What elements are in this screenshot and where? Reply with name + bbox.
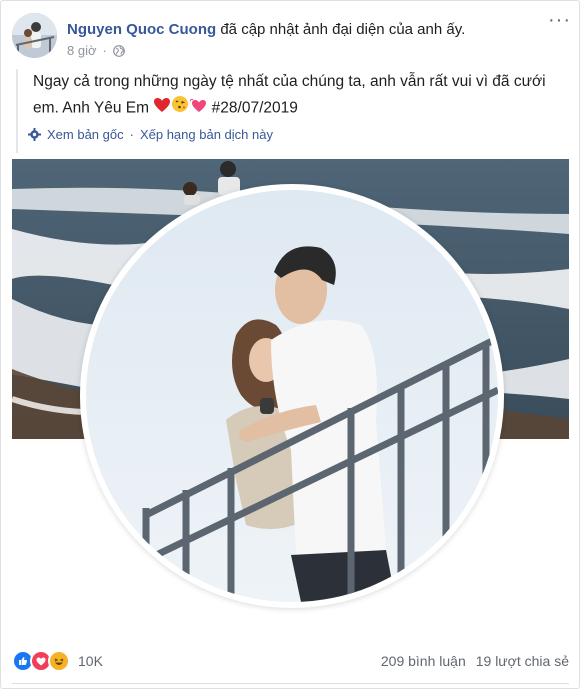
avatar[interactable] — [12, 13, 57, 58]
more-options-icon[interactable]: ··· — [548, 10, 571, 30]
post-caption: Ngay cả trong những ngày tệ nhất của chú… — [33, 69, 553, 122]
rate-translation-link[interactable]: Xếp hạng bản dịch này — [140, 127, 273, 142]
see-original-link[interactable]: Xem bản gốc — [47, 127, 124, 142]
post-timestamp[interactable]: 8 giờ — [67, 43, 97, 58]
growing-heart-icon — [189, 96, 207, 122]
engagement-stats: 209 bình luận 19 lượt chia sẻ — [381, 653, 569, 669]
face-blowing-kiss-icon — [171, 95, 189, 122]
red-heart-icon — [153, 96, 171, 122]
author-name-link[interactable]: Nguyen Quoc Cuong — [67, 21, 216, 38]
reaction-count[interactable]: 10K — [78, 653, 103, 669]
translate-separator: · — [129, 127, 134, 142]
profile-photo-frame[interactable] — [12, 159, 569, 639]
post-action-text: đã cập nhật ảnh đại diện của anh ấy. — [220, 21, 466, 38]
caption-block: Ngay cả trong những ngày tệ nhất của chú… — [16, 69, 558, 153]
profile-photo-circle-border — [80, 184, 504, 608]
caption-date-tag[interactable]: #28/07/2019 — [212, 100, 298, 117]
globe-icon[interactable] — [112, 44, 125, 57]
shares-count-link[interactable]: 19 lượt chia sẻ — [476, 653, 569, 669]
dot-separator: · — [102, 43, 107, 58]
haha-icon — [48, 650, 70, 672]
footer-divider — [12, 683, 569, 684]
translation-controls: Xem bản gốc · Xếp hạng bản dịch này — [28, 127, 273, 142]
gear-icon — [28, 128, 41, 141]
post-header-line: Nguyen Quoc Cuong đã cập nhật ảnh đại di… — [67, 21, 465, 38]
reaction-summary[interactable]: 10K — [12, 650, 103, 672]
post-footer: 10K 209 bình luận 19 lượt chia sẻ — [12, 647, 569, 675]
post-card: Nguyen Quoc Cuong đã cập nhật ảnh đại di… — [0, 0, 580, 689]
post-meta: 8 giờ · — [67, 43, 125, 58]
comments-count-link[interactable]: 209 bình luận — [381, 653, 466, 669]
profile-photo — [86, 190, 498, 602]
